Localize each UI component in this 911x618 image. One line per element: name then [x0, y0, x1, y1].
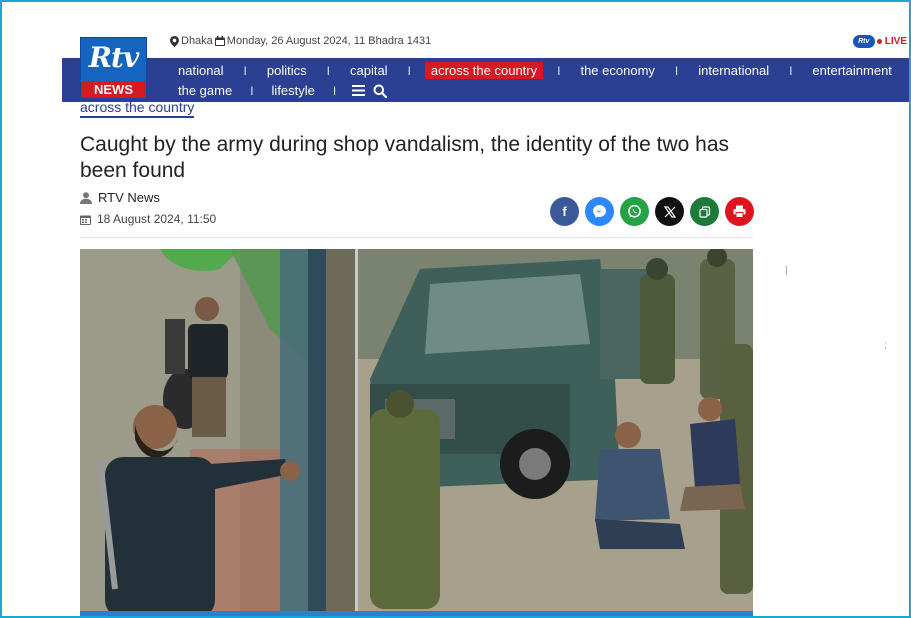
copy-link-button[interactable] [690, 197, 719, 226]
nav-item-capital[interactable]: capital [344, 62, 394, 79]
nav-separator: I [332, 83, 337, 98]
nav-separator: I [674, 63, 679, 78]
nav-row-2: the game I lifestyle I [172, 81, 391, 100]
nav-separator: I [250, 83, 254, 98]
live-dot-icon [876, 39, 882, 44]
whatsapp-icon [628, 204, 641, 218]
calendar-icon [214, 36, 225, 46]
nav-row-1: national I politics I capital I across t… [172, 61, 911, 80]
print-button[interactable] [725, 197, 754, 226]
live-button[interactable]: Rtv LIVE [852, 35, 907, 48]
current-date: Monday, 26 August 2024, 11 Bhadra 1431 [226, 35, 432, 47]
article-author: RTV News [80, 190, 160, 205]
nav-separator: I [789, 63, 793, 78]
top-info-bar: Dhaka Monday, 26 August 2024, 11 Bhadra … [170, 35, 431, 47]
logo-subtext: NEWS [81, 81, 146, 98]
side-mark: | [785, 265, 788, 276]
nav-separator: I [898, 64, 911, 78]
nav-item-entertainment[interactable]: entertainment [806, 62, 898, 79]
nav-separator: I [557, 63, 561, 78]
author-name[interactable]: RTV News [98, 190, 160, 205]
article-category-link[interactable]: across the country [80, 99, 195, 118]
hamburger-menu-icon[interactable] [348, 83, 369, 99]
nav-separator: I [407, 63, 411, 78]
logo-text: Rtv [88, 41, 139, 74]
nav-item-the-economy[interactable]: the economy [574, 62, 660, 79]
x-icon [663, 205, 676, 218]
live-label: LIVE [884, 36, 907, 47]
live-logo: Rtv [852, 35, 875, 48]
print-icon [733, 205, 746, 218]
messenger-share-button[interactable] [585, 197, 614, 226]
nav-separator: I [243, 63, 247, 78]
nav-item-the-game[interactable]: the game [172, 82, 238, 99]
article-photo[interactable] [80, 249, 753, 618]
nav-item-national[interactable]: national [172, 62, 230, 79]
main-navigation: national I politics I capital I across t… [62, 58, 911, 102]
facebook-share-button[interactable]: f [550, 197, 579, 226]
copy-icon [698, 205, 710, 218]
nav-item-politics[interactable]: politics [261, 62, 313, 79]
user-icon [80, 191, 92, 204]
nav-separator: I [326, 63, 330, 78]
search-icon[interactable] [369, 84, 391, 98]
article-title: Caught by the army during shop vandalism… [80, 133, 730, 182]
nav-item-across-the-country[interactable]: across the country [424, 62, 544, 79]
location-icon [170, 35, 179, 47]
side-mark: ; [884, 340, 887, 351]
nav-item-lifestyle[interactable]: lifestyle [266, 82, 321, 99]
article-date: 18 August 2024, 11:50 [80, 212, 216, 226]
facebook-icon: f [562, 204, 567, 219]
x-share-button[interactable] [655, 197, 684, 226]
publish-date: 18 August 2024, 11:50 [97, 212, 217, 226]
rtv-news-logo[interactable]: Rtv NEWS [80, 37, 147, 99]
divider [80, 237, 753, 238]
calendar-icon [80, 215, 91, 225]
location-text: Dhaka [181, 35, 213, 47]
article-photo-illustration [80, 249, 753, 618]
nav-item-international[interactable]: international [692, 62, 775, 79]
share-buttons: f [550, 197, 754, 226]
messenger-icon [593, 205, 606, 218]
whatsapp-share-button[interactable] [620, 197, 649, 226]
